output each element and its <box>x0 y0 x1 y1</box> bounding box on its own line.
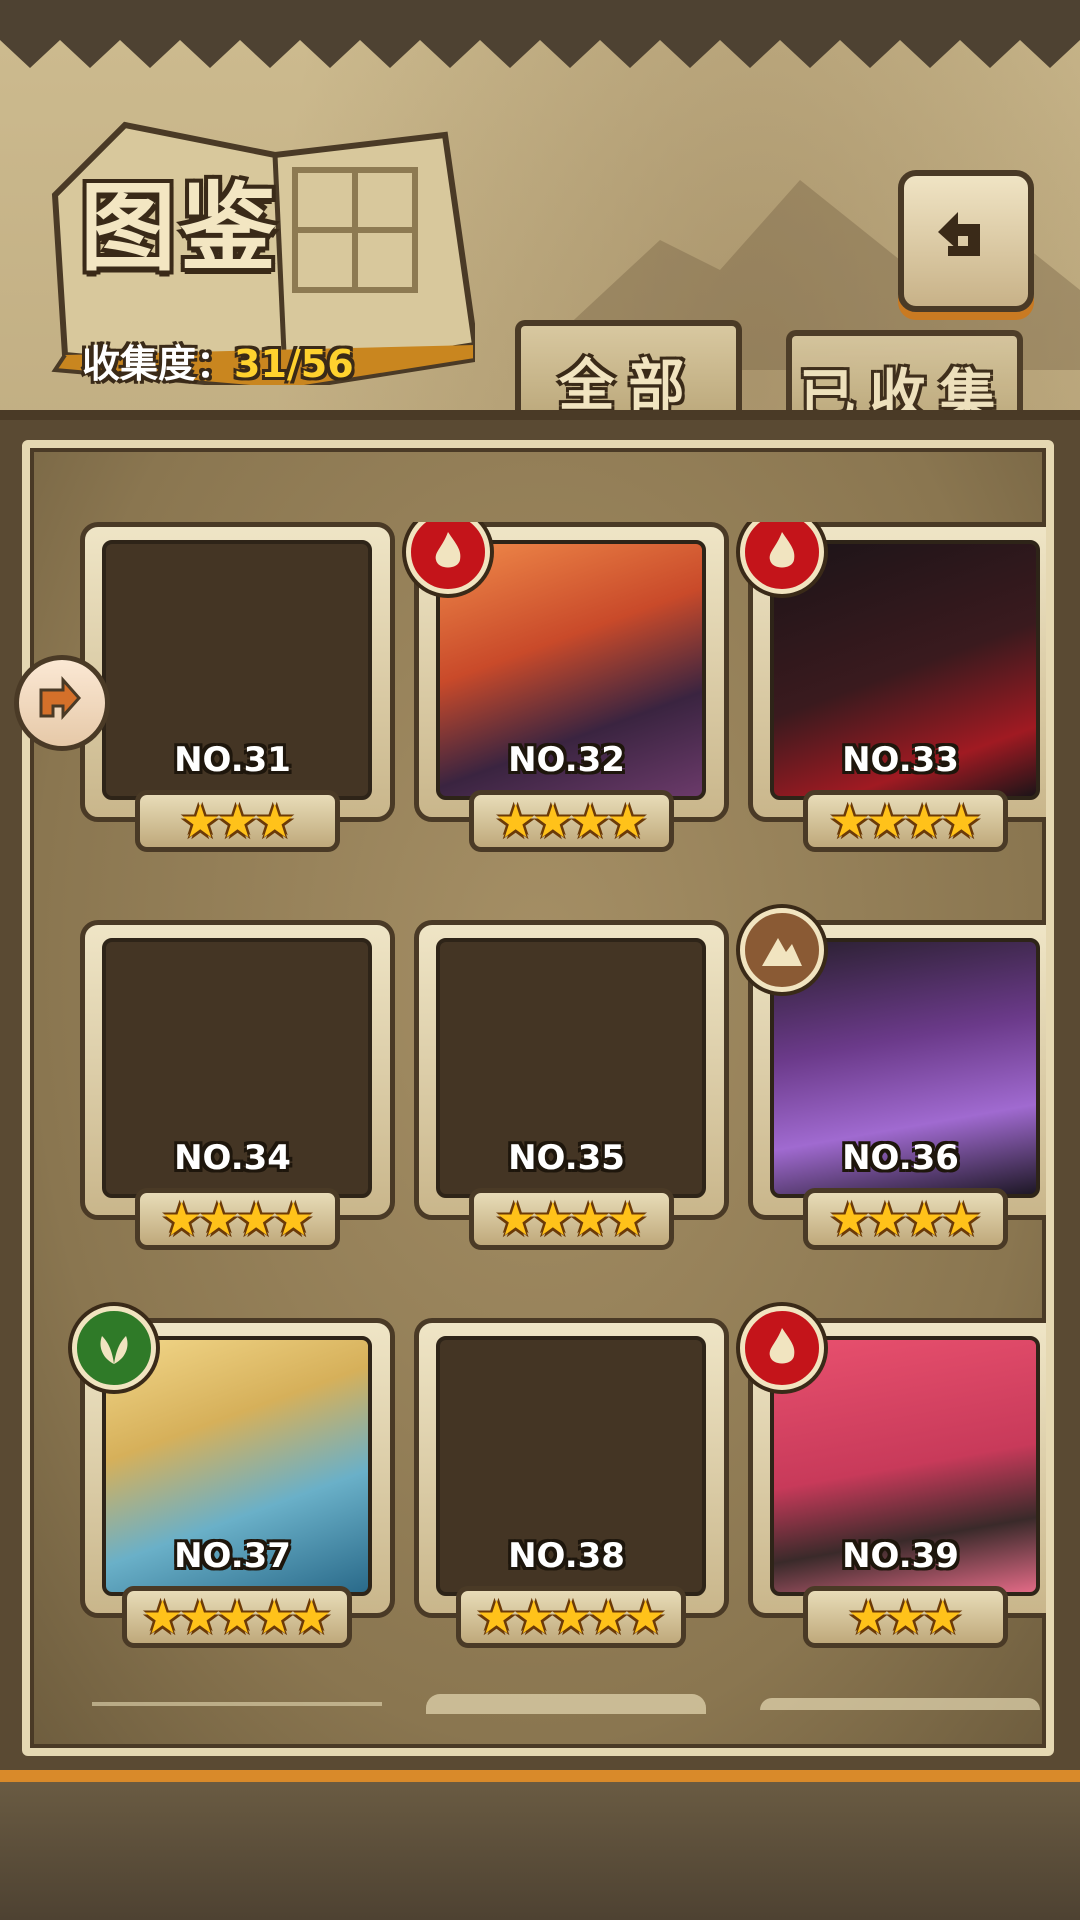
star-icon: ★ <box>290 1590 333 1644</box>
star-icon: ★ <box>161 1192 203 1246</box>
monster-card[interactable]: NO.33 ★ ★ ★ ★ <box>740 522 1046 852</box>
card-number: NO.34 <box>174 1138 291 1178</box>
top-border <box>0 0 1080 68</box>
card-number: NO.37 <box>174 1536 291 1576</box>
card-rarity: ★ ★ ★ ★ <box>469 1188 674 1250</box>
fire-element-icon <box>740 1306 824 1390</box>
monster-card[interactable]: NO.38 ★ ★ ★ ★ ★ <box>414 1318 729 1648</box>
card-number: NO.32 <box>508 740 625 780</box>
star-icon: ★ <box>829 1192 871 1246</box>
next-row-edge <box>426 1694 706 1714</box>
star-icon: ★ <box>884 1590 927 1644</box>
direction-arrow-icon <box>39 676 82 720</box>
star-icon: ★ <box>569 1192 611 1246</box>
monster-card[interactable]: NO.34 ★ ★ ★ ★ <box>80 920 395 1250</box>
star-icon: ★ <box>495 794 537 848</box>
star-icon: ★ <box>495 1192 537 1246</box>
star-icon: ★ <box>272 1192 314 1246</box>
star-icon: ★ <box>216 1590 258 1644</box>
star-icon: ★ <box>847 1590 889 1644</box>
star-icon: ★ <box>829 794 871 848</box>
monster-card[interactable]: NO.39 ★ ★ ★ <box>740 1306 1046 1648</box>
star-icon: ★ <box>532 1192 574 1246</box>
star-icon: ★ <box>550 1590 592 1644</box>
star-icon: ★ <box>216 794 259 848</box>
card-number: NO.36 <box>842 1138 959 1178</box>
collection-progress: 收集度：31/56 <box>82 333 354 388</box>
card-rarity: ★ ★ ★ ★ <box>803 1188 1008 1250</box>
card-number: NO.39 <box>842 1536 959 1576</box>
bottom-border <box>0 1760 1080 1920</box>
star-icon: ★ <box>179 794 221 848</box>
monster-card[interactable]: NO.35 ★ ★ ★ ★ <box>414 920 729 1250</box>
star-icon: ★ <box>235 1192 277 1246</box>
star-icon: ★ <box>922 1590 964 1644</box>
page-title: 图鉴 <box>80 172 280 284</box>
collection-panel-inner: NO.31 ★★★ NO.32 ★★★★ NO.33 ★★★★ <box>22 440 1054 1756</box>
star-icon: ★ <box>179 1590 221 1644</box>
star-icon: ★ <box>569 794 611 848</box>
monster-card[interactable]: NO.31 ★ ★ ★ <box>80 522 395 852</box>
monster-card[interactable]: NO.36 ★ ★ ★ ★ <box>740 908 1046 1250</box>
star-icon: ★ <box>903 794 945 848</box>
back-button[interactable] <box>898 170 1034 312</box>
collection-value: 31/56 <box>234 342 354 386</box>
star-icon: ★ <box>254 794 296 848</box>
mountain-element-icon <box>740 908 824 992</box>
star-icon: ★ <box>513 1590 555 1644</box>
star-icon: ★ <box>903 1192 945 1246</box>
card-rarity: ★ ★ ★ ★ ★ <box>456 1586 686 1648</box>
star-icon: ★ <box>940 794 982 848</box>
back-arrow-icon <box>938 212 980 256</box>
star-icon: ★ <box>198 1192 240 1246</box>
collection-panel: NO.31 ★★★ NO.32 ★★★★ NO.33 ★★★★ <box>0 410 1080 1782</box>
star-icon: ★ <box>141 1590 184 1644</box>
card-rarity: ★ ★ ★ <box>803 1586 1008 1648</box>
card-number: NO.38 <box>508 1536 625 1576</box>
card-rarity: ★ ★ ★ ★ <box>135 1188 340 1250</box>
card-rarity: ★ ★ ★ <box>135 790 340 852</box>
card-grid[interactable]: NO.31 ★★★ NO.32 ★★★★ NO.33 ★★★★ <box>52 522 1046 1722</box>
star-icon: ★ <box>253 1590 295 1644</box>
star-icon: ★ <box>866 794 908 848</box>
monster-card[interactable]: NO.32 ★ ★ ★ ★ <box>406 522 729 852</box>
star-icon: ★ <box>866 1192 908 1246</box>
star-icon: ★ <box>532 794 574 848</box>
card-rarity: ★ ★ ★ ★ ★ <box>122 1586 352 1648</box>
side-arrow-button[interactable] <box>14 655 110 751</box>
star-icon: ★ <box>624 1590 667 1644</box>
leaf-element-icon <box>72 1306 156 1390</box>
card-rarity: ★ ★ ★ ★ <box>803 790 1008 852</box>
card-number: NO.33 <box>842 740 959 780</box>
next-row-edge <box>92 1702 382 1706</box>
star-icon: ★ <box>606 794 648 848</box>
collection-label: 收集度： <box>82 342 235 386</box>
star-icon: ★ <box>940 1192 982 1246</box>
card-rarity: ★ ★ ★ ★ <box>469 790 674 852</box>
monster-card[interactable]: NO.37 ★ ★ ★ ★ ★ <box>72 1306 395 1648</box>
star-icon: ★ <box>475 1590 518 1644</box>
card-number: NO.31 <box>174 740 291 780</box>
next-row-edge <box>760 1698 1040 1710</box>
star-icon: ★ <box>587 1590 629 1644</box>
star-icon: ★ <box>606 1192 648 1246</box>
card-number: NO.35 <box>508 1138 625 1178</box>
